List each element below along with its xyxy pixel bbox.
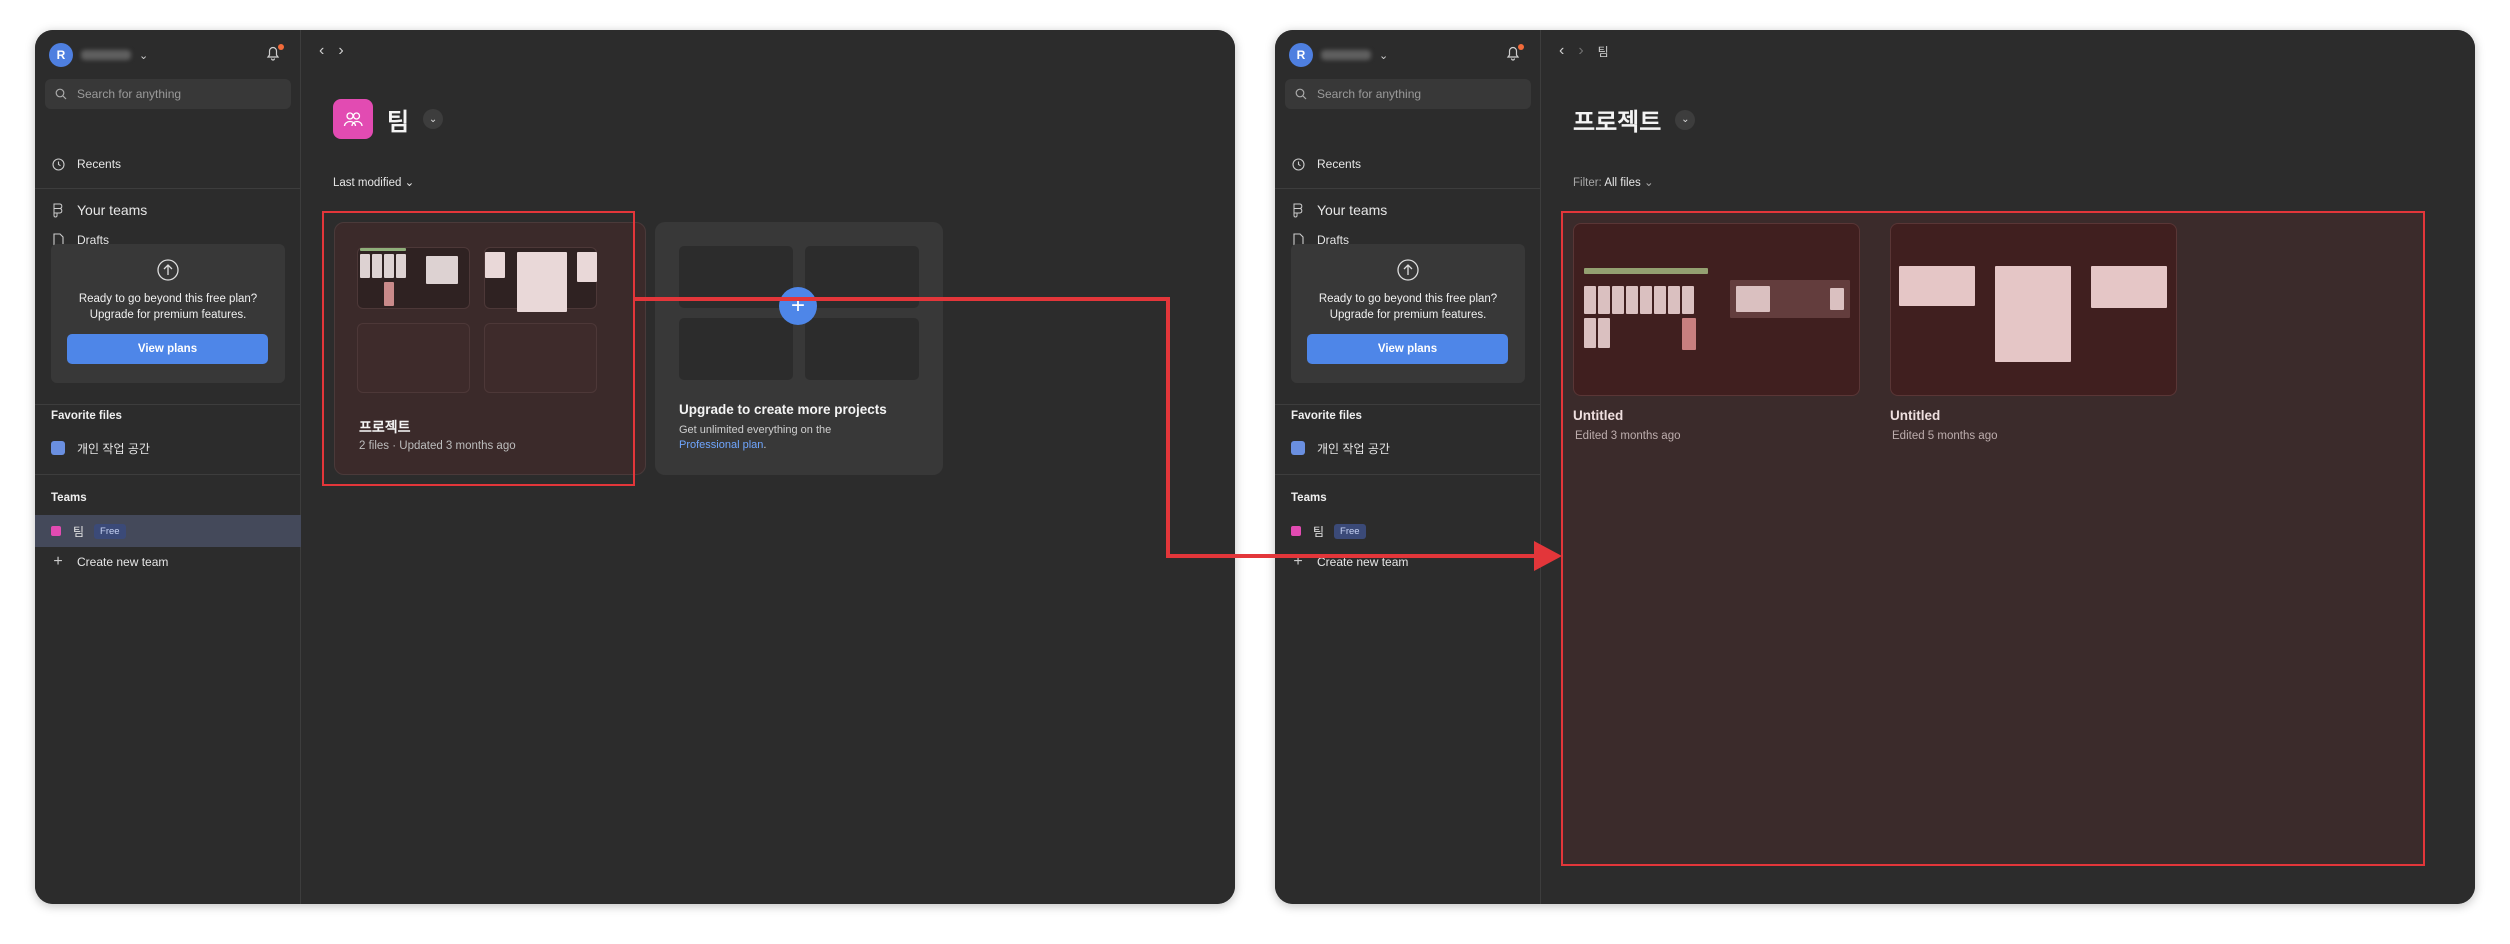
connector-arrow [635, 297, 1562, 571]
